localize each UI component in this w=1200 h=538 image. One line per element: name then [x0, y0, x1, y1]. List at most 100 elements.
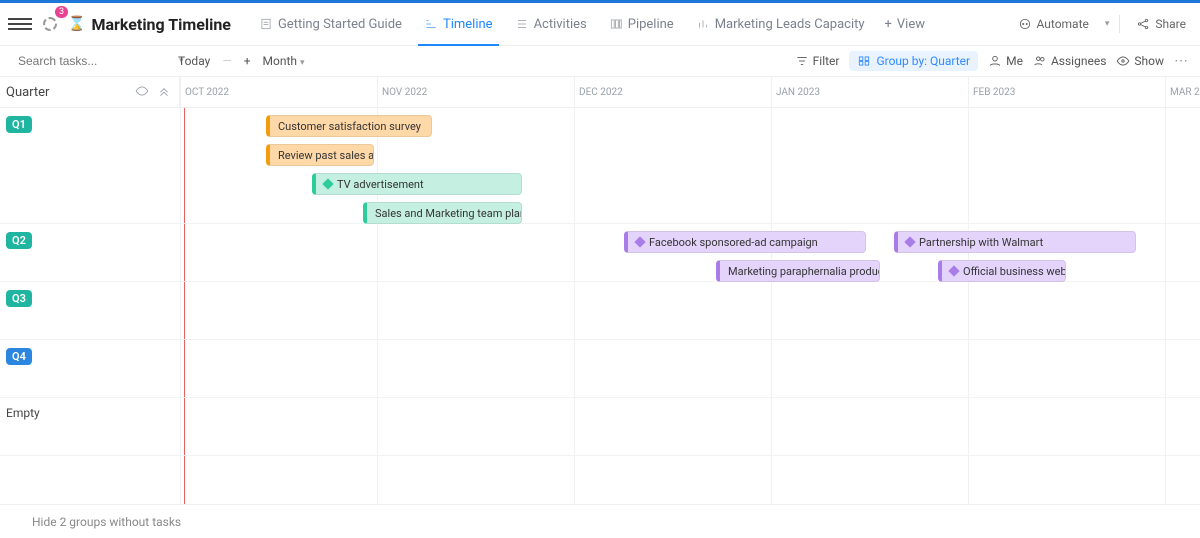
task-label: Facebook sponsored-ad campaign [649, 236, 818, 249]
timeline-row: Q3 [0, 282, 1200, 340]
show-label: Show [1134, 54, 1164, 68]
task-label: Sales and Marketing team plann... [375, 207, 522, 220]
month-header: MAR 2023 [1165, 77, 1200, 107]
row-label[interactable]: Q3 [0, 282, 180, 339]
tab-getting-started-guide[interactable]: Getting Started Guide [249, 9, 412, 40]
timeline-row: Q1 [0, 108, 1200, 224]
group-by-button[interactable]: Group by: Quarter [849, 51, 978, 71]
loading-icon [43, 17, 57, 31]
share-label: Share [1155, 17, 1186, 31]
task-bar[interactable]: Partnership with Walmart [894, 231, 1136, 253]
task-label: Marketing paraphernalia productio... [728, 265, 880, 278]
tab-label: Marketing Leads Capacity [715, 17, 865, 32]
notification-badge[interactable]: 3 [55, 6, 68, 18]
filter-button[interactable]: Filter [795, 54, 840, 68]
tab-label: Activities [534, 17, 587, 32]
empty-group-label: Empty [6, 406, 40, 420]
group-title: Quarter [6, 85, 135, 100]
zoom-out-button[interactable]: — [222, 54, 231, 68]
tab-activities[interactable]: Activities [505, 9, 597, 40]
quarter-badge: Q3 [6, 290, 32, 307]
row-label[interactable]: Empty [0, 398, 180, 455]
tab-label: Pipeline [628, 17, 674, 32]
timeline-footer: Hide 2 groups without tasks [0, 504, 1200, 538]
row-label[interactable]: Q2 [0, 224, 180, 281]
tab-pipeline[interactable]: Pipeline [599, 9, 684, 40]
show-button[interactable]: Show [1116, 54, 1164, 68]
automate-button[interactable]: Automate [1012, 13, 1095, 35]
divider [1119, 15, 1120, 33]
task-bar[interactable]: Marketing paraphernalia productio... [716, 260, 880, 282]
diamond-icon [948, 265, 959, 276]
page-title: Marketing Timeline [91, 15, 231, 34]
me-label: Me [1006, 54, 1023, 68]
group-column-header: Quarter [0, 77, 180, 107]
tab-label: Timeline [443, 17, 493, 32]
task-bar[interactable]: Review past sales and... [266, 144, 374, 166]
tab-label: Getting Started Guide [278, 17, 402, 32]
today-button[interactable]: Today [178, 54, 210, 68]
zoom-select[interactable]: Month ▾ [263, 54, 305, 68]
task-label: Official business webs... [963, 265, 1066, 278]
task-label: Customer satisfaction survey [278, 120, 421, 133]
zoom-label: Month [263, 54, 297, 68]
share-icon [1136, 17, 1150, 31]
row-label[interactable]: Q1 [0, 108, 180, 223]
timeline-row: Empty [0, 398, 1200, 456]
hide-empty-groups-button[interactable]: Hide 2 groups without tasks [32, 515, 181, 529]
month-header: FEB 2023 [968, 77, 1165, 107]
chevron-down-icon: ▾ [300, 58, 305, 68]
visibility-toggle[interactable] [135, 84, 149, 101]
search-input[interactable] [18, 54, 173, 68]
task-bar[interactable]: Facebook sponsored-ad campaign [624, 231, 866, 253]
plus-icon: + [885, 17, 892, 32]
tab-timeline[interactable]: Timeline [414, 9, 503, 40]
task-bar[interactable]: Sales and Marketing team plann... [363, 202, 522, 224]
collapse-all-button[interactable] [157, 84, 171, 101]
add-view-button[interactable]: + View [875, 9, 936, 40]
add-view-label: View [897, 17, 925, 32]
share-button[interactable]: Share [1130, 13, 1192, 35]
task-label: Partnership with Walmart [919, 236, 1043, 249]
diamond-icon [322, 178, 333, 189]
assignees-button[interactable]: Assignees [1033, 54, 1106, 68]
group-icon [857, 54, 871, 68]
robot-icon [1018, 17, 1032, 31]
users-icon [1033, 54, 1047, 68]
month-header: NOV 2022 [377, 77, 574, 107]
month-header: OCT 2022 [180, 77, 377, 107]
quarter-badge: Q1 [6, 116, 32, 133]
timeline-body: Q1 Q2 Q3 Q4 Empty Customer satisfaction surve… [0, 108, 1200, 504]
zoom-in-button[interactable]: + [244, 54, 251, 68]
row-label[interactable]: Q4 [0, 340, 180, 397]
filter-icon [795, 54, 809, 68]
toolbar: ▾ Today — + Month ▾ Filter Group by: Qua… [0, 46, 1200, 77]
quarter-badge: Q2 [6, 232, 32, 249]
task-label: TV advertisement [337, 178, 424, 191]
eye-icon [1116, 54, 1130, 68]
timeline-header: Quarter OCT 2022NOV 2022DEC 2022JAN 2023… [0, 77, 1200, 108]
filter-label: Filter [813, 54, 840, 68]
quarter-badge: Q4 [6, 348, 32, 365]
task-label: Review past sales and... [278, 149, 374, 162]
task-bar[interactable]: TV advertisement [312, 173, 522, 195]
view-tabs: Getting Started Guide Timeline Activities P… [249, 9, 875, 40]
task-bar[interactable]: Official business webs... [938, 260, 1066, 282]
more-button[interactable]: ⋯ [1174, 53, 1188, 69]
month-header: JAN 2023 [771, 77, 968, 107]
tab-marketing-leads-capacity[interactable]: Marketing Leads Capacity [686, 9, 875, 40]
chevron-down-icon[interactable]: ▾ [1105, 19, 1110, 29]
user-icon [988, 54, 1002, 68]
diamond-icon [634, 236, 645, 247]
assignees-label: Assignees [1051, 54, 1106, 68]
timeline-row: Q4 [0, 340, 1200, 398]
diamond-icon [904, 236, 915, 247]
hourglass-icon: ⌛ [68, 16, 85, 32]
app-switcher[interactable]: 3 [38, 12, 62, 36]
me-button[interactable]: Me [988, 54, 1023, 68]
menu-button[interactable] [8, 12, 32, 36]
search-wrap: ▾ [12, 54, 172, 68]
month-header: DEC 2022 [574, 77, 771, 107]
task-bar[interactable]: Customer satisfaction survey [266, 115, 432, 137]
group-by-label: Group by: Quarter [876, 54, 970, 68]
